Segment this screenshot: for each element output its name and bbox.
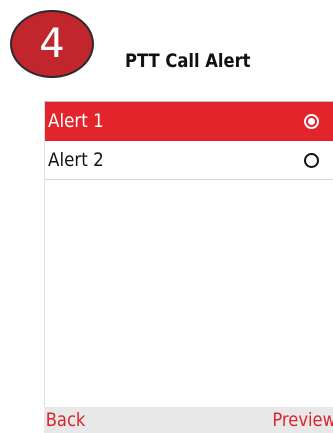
- step-number: 4: [39, 21, 65, 67]
- step-number-badge: 4: [10, 10, 94, 78]
- preview-softkey[interactable]: Preview: [272, 407, 333, 433]
- radio-unselected-icon[interactable]: [304, 152, 319, 168]
- list-item-alert-1[interactable]: Alert 1: [45, 102, 333, 141]
- softkey-bar: Back Preview: [44, 407, 333, 433]
- alert-list: Alert 1 Alert 2: [44, 101, 333, 407]
- list-item-alert-2[interactable]: Alert 2: [45, 141, 333, 180]
- list-item-label: Alert 1: [48, 110, 104, 132]
- radio-selected-icon[interactable]: [304, 113, 319, 129]
- list-item-label: Alert 2: [48, 149, 104, 171]
- screen-title: PTT Call Alert: [125, 50, 251, 72]
- back-softkey[interactable]: Back: [44, 407, 86, 433]
